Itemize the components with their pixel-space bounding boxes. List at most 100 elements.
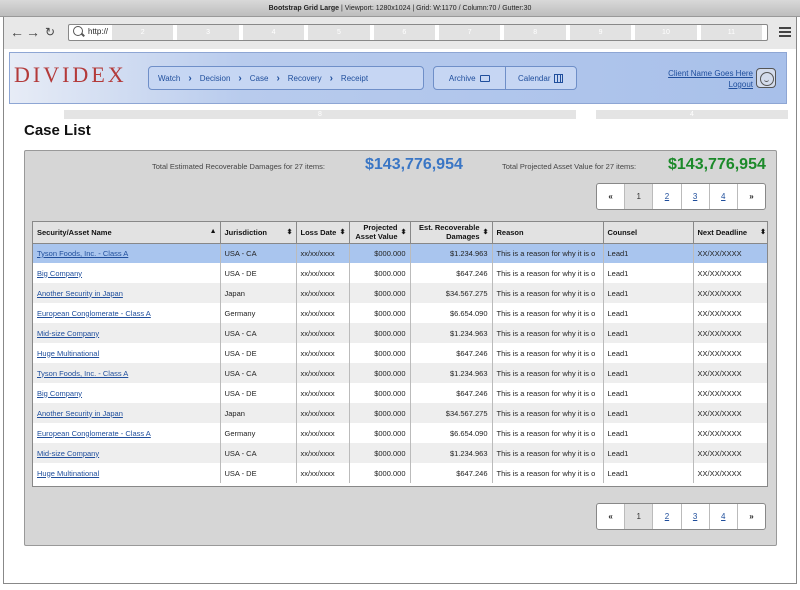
asset-link[interactable]: Huge Multinational	[37, 469, 99, 478]
calendar-label: Calendar	[518, 73, 551, 83]
breadcrumb-watch[interactable]: Watch	[158, 74, 180, 83]
calendar-button[interactable]: Calendar	[504, 67, 577, 89]
next-page-button[interactable]: »	[736, 184, 765, 209]
page-3-button[interactable]: 3	[693, 512, 697, 521]
table-row[interactable]: European Conglomerate - Class A Germany xx…	[33, 423, 767, 443]
table-row[interactable]: Mid-size Company USA - CA xx/xx/xxxx $000.0…	[33, 443, 767, 463]
arrow-right-icon[interactable]: →	[26, 25, 40, 39]
asset-name-cell: Huge Multinational	[33, 343, 221, 363]
page-3-button[interactable]: 3	[693, 192, 697, 201]
col-header-deadline[interactable]: Next Deadline ⬍	[693, 222, 767, 244]
col-header-damages[interactable]: Est. Recoverable Damages ⬍	[410, 222, 493, 244]
col-header-jurisdiction[interactable]: Jurisdiction ⬍	[220, 222, 297, 244]
asset-link[interactable]: European Conglomerate - Class A	[37, 309, 151, 318]
table-cell: Lead1	[603, 423, 694, 443]
table-cell: USA - DE	[220, 343, 297, 363]
archive-label: Archive	[448, 73, 476, 83]
client-info: Client Name Goes Here Logout	[650, 68, 753, 90]
table-cell: $34.567.275	[410, 283, 493, 303]
table-cell: Lead1	[603, 303, 694, 323]
table-cell: USA - CA	[220, 443, 297, 463]
asset-link[interactable]: Huge Multinational	[37, 349, 99, 358]
breadcrumb-case[interactable]: Case	[250, 74, 269, 83]
grid-column-marker: 3	[177, 25, 239, 40]
table-cell: Lead1	[603, 343, 694, 363]
archive-button[interactable]: Archive	[434, 67, 505, 89]
col-header-asset-value[interactable]: Projected Asset Value ⬍	[349, 222, 411, 244]
page-1-button[interactable]: 1	[624, 184, 653, 209]
smiley-avatar-icon[interactable]	[756, 68, 776, 88]
table-cell: This is a reason for why it is o	[492, 403, 604, 423]
table-cell: Lead1	[603, 243, 694, 263]
table-row[interactable]: Huge Multinational USA - DE xx/xx/xxxx $000…	[33, 343, 767, 363]
table-cell: Lead1	[603, 263, 694, 283]
table-cell: Lead1	[603, 463, 694, 483]
table-header-row: Security/Asset Name ▲ Jurisdiction ⬍ Loss …	[33, 222, 767, 244]
asset-link[interactable]: Mid-size Company	[37, 329, 99, 338]
sort-icon: ⬍	[400, 229, 407, 236]
table-cell: $000.000	[349, 303, 411, 323]
page-2-button[interactable]: 2	[665, 512, 669, 521]
asset-name-cell: Another Security in Japan	[33, 403, 221, 423]
table-cell: xx/xx/xxxx	[296, 283, 350, 303]
next-page-button[interactable]: »	[736, 504, 765, 529]
table-row[interactable]: European Conglomerate - Class A Germany xx…	[33, 303, 767, 323]
table-row[interactable]: Big Company USA - DE xx/xx/xxxx $000.000 $64…	[33, 383, 767, 403]
asset-link[interactable]: Tyson Foods, Inc. - Class A	[37, 249, 128, 258]
page-4-button[interactable]: 4	[721, 512, 725, 521]
table-cell: This is a reason for why it is o	[492, 363, 604, 383]
table-cell: XX/XX/XXXX	[697, 348, 742, 358]
table-row[interactable]: Huge Multinational USA - DE xx/xx/xxxx $000…	[33, 463, 767, 483]
breadcrumb: Watch › Decision › Case › Recovery › Rec…	[148, 66, 424, 90]
page-2-button[interactable]: 2	[665, 192, 669, 201]
logout-link[interactable]: Logout	[650, 79, 753, 90]
table-cell: Lead1	[603, 363, 694, 383]
table-cell: XX/XX/XXXX	[697, 308, 742, 318]
asset-link[interactable]: Tyson Foods, Inc. - Class A	[37, 369, 128, 378]
grid-column-marker: 2	[112, 25, 174, 40]
asset-link[interactable]: Another Security in Japan	[37, 289, 123, 298]
prev-page-button[interactable]: «	[597, 184, 624, 209]
asset-link[interactable]: European Conglomerate - Class A	[37, 429, 151, 438]
asset-name-cell: European Conglomerate - Class A	[33, 423, 221, 443]
grid-info-bar: Bootstrap Grid Large | Viewport: 1280x10…	[0, 0, 800, 17]
pagination-bottom: « 1 2 3 4 »	[596, 503, 766, 530]
breadcrumb-receipt[interactable]: Receipt	[341, 74, 368, 83]
col-header-reason[interactable]: Reason	[492, 222, 604, 244]
sort-icon: ⬍	[760, 229, 766, 236]
grid-info-title: Bootstrap Grid Large	[268, 5, 340, 12]
table-cell: This is a reason for why it is o	[492, 443, 604, 463]
arrow-left-icon[interactable]: ←	[10, 25, 24, 39]
reload-icon[interactable]: ↻	[45, 25, 55, 39]
table-cell: $6.654.090	[410, 423, 493, 443]
asset-link[interactable]: Mid-size Company	[37, 449, 99, 458]
asset-link[interactable]: Big Company	[37, 389, 82, 398]
page-4-button[interactable]: 4	[721, 192, 725, 201]
table-cell: $000.000	[349, 463, 411, 483]
col-header-loss-date[interactable]: Loss Date ⬍	[296, 222, 350, 244]
logo[interactable]: DIVIDEX	[14, 62, 127, 88]
asset-link[interactable]: Another Security in Japan	[37, 409, 123, 418]
col-header-asset[interactable]: Security/Asset Name ▲	[33, 222, 221, 244]
table-row[interactable]: Big Company USA - DE xx/xx/xxxx $000.000 $64…	[33, 263, 767, 283]
page-1-button[interactable]: 1	[624, 504, 653, 529]
table-cell: This is a reason for why it is o	[492, 263, 604, 283]
hamburger-menu-icon[interactable]	[779, 27, 791, 37]
table-cell: Lead1	[603, 403, 694, 423]
client-name-link[interactable]: Client Name Goes Here	[650, 68, 753, 79]
table-cell: Lead1	[603, 323, 694, 343]
table-cell: $647.246	[410, 463, 493, 483]
table-row[interactable]: Another Security in Japan Japan xx/xx/xxxx…	[33, 403, 767, 423]
prev-page-button[interactable]: «	[597, 504, 624, 529]
asset-link[interactable]: Big Company	[37, 269, 82, 278]
table-row[interactable]: Another Security in Japan Japan xx/xx/xxxx…	[33, 283, 767, 303]
table-row[interactable]: Tyson Foods, Inc. - Class A USA - CA xx/xx…	[33, 243, 767, 263]
breadcrumb-decision[interactable]: Decision	[200, 74, 231, 83]
asset-name-cell: Tyson Foods, Inc. - Class A	[33, 363, 221, 383]
table-row[interactable]: Mid-size Company USA - CA xx/xx/xxxx $000.0…	[33, 323, 767, 343]
table-cell: USA - DE	[220, 263, 297, 283]
grid-strip-left: 8	[64, 110, 576, 119]
table-row[interactable]: Tyson Foods, Inc. - Class A USA - CA xx/xx…	[33, 363, 767, 383]
col-header-counsel[interactable]: Counsel	[603, 222, 694, 244]
breadcrumb-recovery[interactable]: Recovery	[288, 74, 322, 83]
